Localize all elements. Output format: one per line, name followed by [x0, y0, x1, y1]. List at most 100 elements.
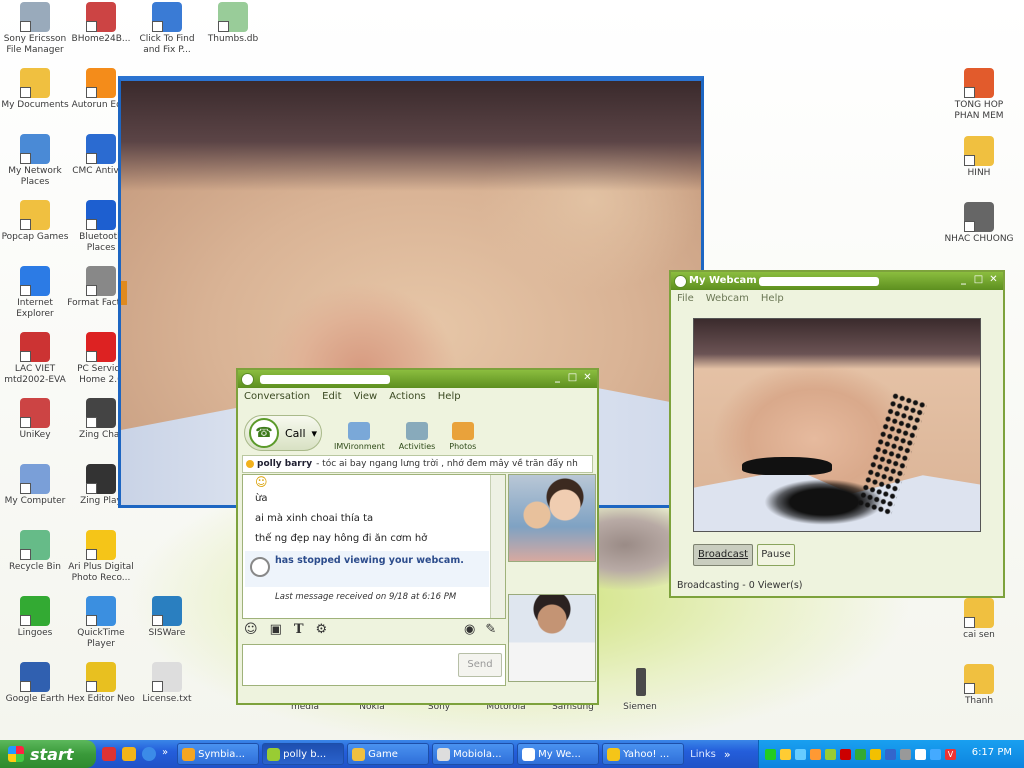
- contact-status-line: polly barry - tóc ai bay ngang lưng trời…: [242, 455, 593, 473]
- desktop-icon[interactable]: SISWare: [132, 596, 202, 639]
- desktop-icon[interactable]: NHAC CHUONG: [944, 202, 1014, 245]
- tray-icon[interactable]: V: [945, 748, 956, 760]
- tray-icon[interactable]: [900, 748, 911, 760]
- desktop-icon[interactable]: License.txt: [132, 662, 202, 705]
- tray-icon[interactable]: [765, 748, 776, 760]
- tray-icon[interactable]: [930, 748, 941, 760]
- minimize-button[interactable]: _: [551, 372, 564, 385]
- quicklaunch-icon[interactable]: [122, 747, 136, 761]
- desktop-icon-label: License.txt: [142, 694, 192, 704]
- menu-item[interactable]: View: [354, 391, 378, 402]
- desktop-icon[interactable]: Sony Ericsson File Manager: [0, 2, 70, 56]
- minimize-button[interactable]: _: [957, 274, 970, 287]
- emoticon-icon[interactable]: ☺: [244, 622, 258, 637]
- close-button[interactable]: ✕: [987, 274, 1000, 287]
- call-button[interactable]: ☎ Call ▾: [244, 415, 322, 451]
- desktop-icon[interactable]: QuickTime Player: [66, 596, 136, 650]
- desktop-icon[interactable]: Thumbs.db: [198, 2, 268, 45]
- clock[interactable]: 6:17 PM: [972, 747, 1012, 758]
- my-display-picture[interactable]: [508, 594, 596, 682]
- chevron-down-icon[interactable]: ▾: [312, 427, 318, 440]
- toolbar-button[interactable]: Photos: [449, 422, 476, 451]
- plugin-icon[interactable]: ⚙: [316, 622, 328, 637]
- desktop-icon[interactable]: Thanh: [944, 664, 1014, 707]
- desktop-icon-image: [152, 596, 182, 626]
- task-button[interactable]: My We...: [517, 743, 600, 765]
- task-button[interactable]: Yahoo! ...: [602, 743, 685, 765]
- desktop-icon[interactable]: Hex Editor Neo: [66, 662, 136, 705]
- webcam-share-icon[interactable]: ◉: [464, 622, 475, 637]
- chat-titlebar[interactable]: _ □ ✕: [238, 370, 597, 388]
- desktop-icon[interactable]: cai sen: [944, 598, 1014, 641]
- chat-toolbar: ☎ Call ▾ IMVironment Activities Photos: [238, 405, 597, 455]
- nudge-icon[interactable]: ▣: [270, 622, 282, 637]
- viewer-side-tab[interactable]: [121, 281, 127, 305]
- tray-icon[interactable]: [840, 748, 851, 760]
- chevron-right-icon[interactable]: »: [162, 747, 168, 761]
- maximize-button[interactable]: □: [972, 274, 985, 287]
- desktop-icon[interactable]: Ari Plus Digital Photo Reco...: [66, 530, 136, 584]
- maximize-button[interactable]: □: [566, 372, 579, 385]
- webcam-titlebar[interactable]: My Webcam _ □ ✕: [671, 272, 1003, 290]
- desktop-icon[interactable]: BHome24B...: [66, 2, 136, 45]
- send-button[interactable]: Send: [458, 653, 502, 677]
- desktop-icon[interactable]: HINH: [944, 136, 1014, 179]
- menu-item[interactable]: Edit: [322, 391, 341, 402]
- toolbar-button[interactable]: IMVironment: [334, 422, 385, 451]
- task-button[interactable]: polly b...: [262, 743, 345, 765]
- menu-item[interactable]: File: [677, 293, 694, 304]
- desktop-icon[interactable]: Internet Explorer: [0, 266, 70, 320]
- chat-window[interactable]: _ □ ✕ Conversation Edit View Actions Help ☎ …: [236, 368, 599, 705]
- tray-icon[interactable]: [825, 748, 836, 760]
- tray-icon[interactable]: [885, 748, 896, 760]
- menu-item[interactable]: Webcam: [706, 293, 749, 304]
- contact-display-picture[interactable]: [508, 474, 596, 562]
- desktop-icon[interactable]: My Computer: [0, 464, 70, 507]
- tray-icon[interactable]: [855, 748, 866, 760]
- start-button[interactable]: start: [0, 740, 96, 768]
- close-button[interactable]: ✕: [581, 372, 594, 385]
- menu-item[interactable]: Help: [761, 293, 784, 304]
- desktop-icon[interactable]: Popcap Games: [0, 200, 70, 243]
- task-button[interactable]: Symbia...: [177, 743, 260, 765]
- conversation-pane[interactable]: ☺ ừa ai mà xinh choai thía ta thế ng đẹp n…: [242, 474, 506, 619]
- task-button[interactable]: Game: [347, 743, 430, 765]
- tray-icon[interactable]: [795, 748, 806, 760]
- chevron-right-icon[interactable]: »: [724, 748, 731, 761]
- links-toolbar[interactable]: Links: [690, 749, 716, 760]
- attach-icon[interactable]: ✎: [485, 622, 496, 637]
- task-button[interactable]: Mobiola...: [432, 743, 515, 765]
- desktop-icon[interactable]: My Network Places: [0, 134, 70, 188]
- broadcast-button[interactable]: Broadcast: [693, 544, 753, 566]
- desktop-icon[interactable]: Google Earth: [0, 662, 70, 705]
- ie-icon[interactable]: [142, 747, 156, 761]
- menu-item[interactable]: Actions: [389, 391, 426, 402]
- contact-name[interactable]: polly barry: [257, 459, 312, 469]
- desktop-icon[interactable]: Recycle Bin: [0, 530, 70, 573]
- tray-icon[interactable]: [870, 748, 881, 760]
- my-webcam-window[interactable]: My Webcam _ □ ✕ File Webcam Help Broadcast…: [669, 270, 1005, 598]
- format-toolbar: ☺ ▣ T ⚙ ◉ ✎: [244, 622, 496, 637]
- desktop-icon[interactable]: UniKey: [0, 398, 70, 441]
- phone-icon[interactable]: [636, 668, 646, 696]
- menu-item[interactable]: Help: [438, 391, 461, 402]
- toolbar-button[interactable]: Activities: [399, 422, 435, 451]
- taskbar: start » Symbia... polly b... Game Mobiola..…: [0, 740, 1024, 768]
- tray-icon[interactable]: [915, 748, 926, 760]
- toolbar-icon: [348, 422, 371, 440]
- quicklaunch-icon[interactable]: [102, 747, 116, 761]
- desktop-icon-label: TONG HOP PHAN MEM: [954, 100, 1004, 121]
- pause-button[interactable]: Pause: [757, 544, 795, 566]
- menu-item[interactable]: Conversation: [244, 391, 310, 402]
- desktop-icon-label[interactable]: Siemen: [605, 702, 675, 713]
- conversation-scrollbar[interactable]: [490, 475, 505, 618]
- text-format-icon[interactable]: T: [294, 622, 304, 637]
- desktop-icon[interactable]: LAC VIET mtd2002-EVA: [0, 332, 70, 386]
- smiley-icon: ☺: [255, 475, 268, 489]
- desktop-icon[interactable]: Lingoes: [0, 596, 70, 639]
- desktop-icon[interactable]: TONG HOP PHAN MEM: [944, 68, 1014, 122]
- tray-icon[interactable]: [780, 748, 791, 760]
- desktop-icon[interactable]: My Documents: [0, 68, 70, 111]
- desktop-icon[interactable]: Click To Find and Fix P...: [132, 2, 202, 56]
- tray-icon[interactable]: [810, 748, 821, 760]
